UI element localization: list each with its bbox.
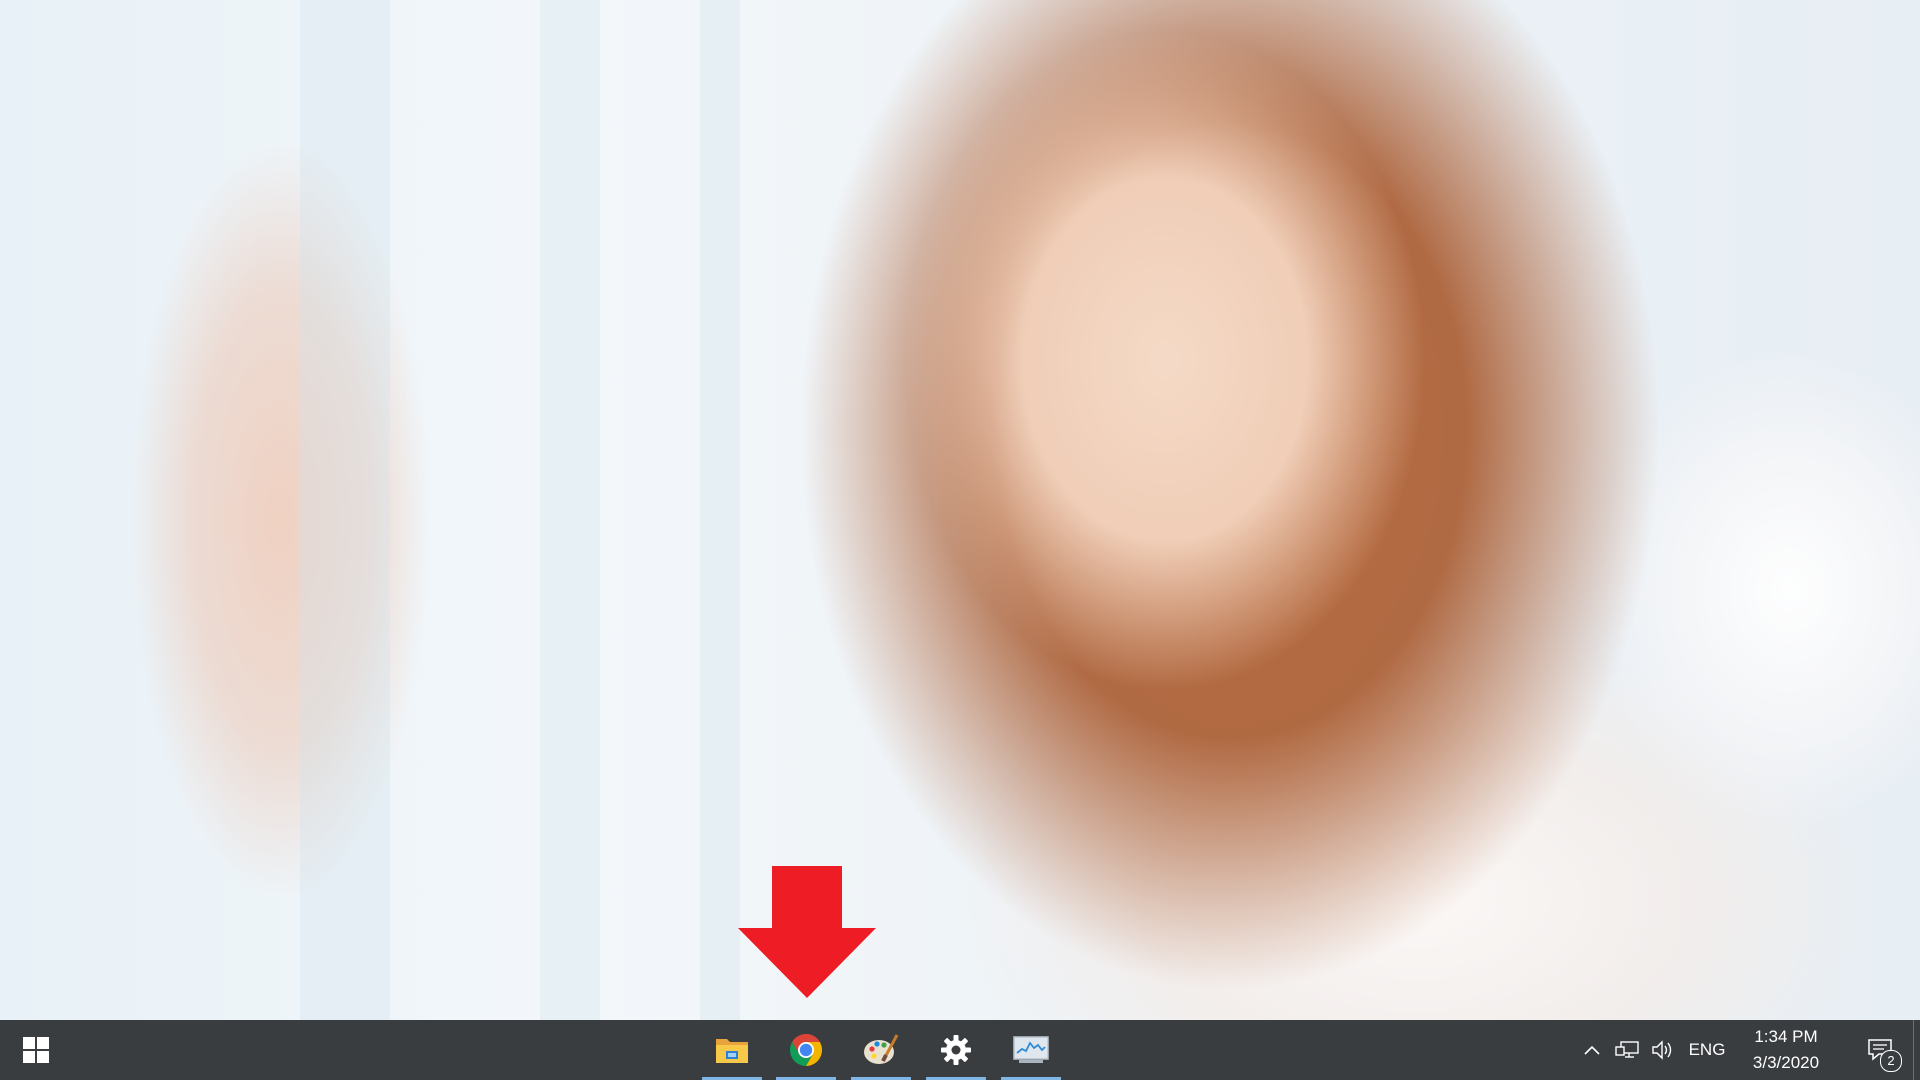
taskbar-chrome[interactable]: [776, 1020, 836, 1080]
taskbar-settings[interactable]: [926, 1020, 986, 1080]
taskbar-file-explorer[interactable]: [702, 1020, 762, 1080]
language-indicator: ENG: [1688, 1040, 1726, 1059]
input-language-button[interactable]: ENG: [1684, 1020, 1730, 1080]
paint-icon: [864, 1034, 899, 1064]
network-status-button[interactable]: [1610, 1020, 1644, 1080]
chevron-up-icon: [1584, 1045, 1600, 1055]
windows-logo-icon: [23, 1037, 49, 1063]
start-button[interactable]: [0, 1020, 72, 1080]
volume-button[interactable]: [1646, 1020, 1680, 1080]
notification-count-badge: 2: [1880, 1050, 1902, 1072]
show-desktop-button[interactable]: [1913, 1020, 1920, 1080]
show-hidden-icons-button[interactable]: [1578, 1020, 1606, 1080]
chrome-icon: [789, 1034, 823, 1066]
taskbar: ENG 1:34 PM 3/3/2020 2: [0, 1020, 1920, 1080]
curtain-fold: [300, 0, 390, 1020]
down-arrow-icon: [738, 866, 876, 998]
taskbar-paint[interactable]: [851, 1020, 911, 1080]
clock-date: 3/3/2020: [1752, 1053, 1820, 1072]
action-center-button[interactable]: 2: [1852, 1020, 1908, 1080]
settings-gear-icon: [941, 1035, 971, 1065]
desktop-wallpaper: [0, 0, 1920, 1020]
network-icon: [1615, 1041, 1639, 1058]
curtain-fold: [700, 0, 740, 1020]
clock-time: 1:34 PM: [1754, 1027, 1818, 1046]
task-manager-icon: [1013, 1036, 1049, 1063]
clock-button[interactable]: 1:34 PM 3/3/2020: [1730, 1024, 1842, 1076]
taskbar-task-manager[interactable]: [1001, 1020, 1061, 1080]
curtain-fold: [540, 0, 600, 1020]
volume-icon: [1652, 1040, 1672, 1060]
file-explorer-icon: [716, 1039, 748, 1063]
